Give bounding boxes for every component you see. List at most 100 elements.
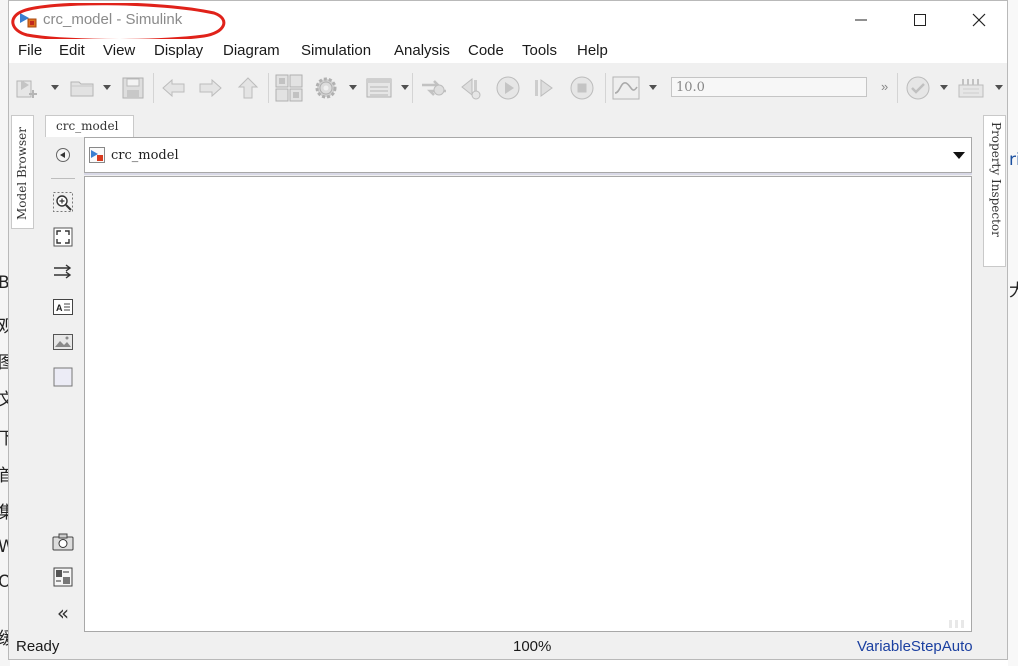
forward-button[interactable] [195, 74, 225, 102]
menu-diagram[interactable]: Diagram [223, 42, 280, 59]
build-dropdown[interactable] [995, 85, 1003, 90]
screenshot-button[interactable] [52, 531, 74, 553]
model-data-button[interactable] [52, 566, 74, 588]
zoom-in-icon [53, 192, 73, 212]
data-inspector-dropdown[interactable] [649, 85, 657, 90]
menu-help[interactable]: Help [577, 42, 608, 59]
model-explorer-button[interactable] [364, 74, 394, 102]
model-tab-label: crc_model [56, 119, 119, 133]
area-button[interactable] [52, 366, 74, 388]
step-forward-button[interactable] [529, 74, 559, 102]
build-icon [958, 79, 984, 98]
property-inspector-tab[interactable]: Property Inspector [983, 115, 1006, 267]
status-bar: Ready 100% VariableStepAuto [9, 635, 1007, 659]
save-button[interactable] [118, 74, 148, 102]
background-text: 大 [1009, 281, 1018, 301]
model-advisor-dropdown[interactable] [940, 85, 948, 90]
collapse-arrow-icon [56, 148, 70, 162]
model-address-bar[interactable]: crc_model [84, 137, 972, 173]
stop-button[interactable] [567, 74, 597, 102]
model-explorer-icon [366, 78, 392, 98]
maximize-icon [914, 14, 926, 26]
close-button[interactable] [950, 1, 1008, 39]
menu-tools[interactable]: Tools [522, 42, 557, 59]
close-icon [972, 13, 986, 27]
svg-text:A: A [56, 303, 63, 313]
menu-view[interactable]: View [103, 42, 135, 59]
stop-icon [570, 76, 594, 100]
open-button[interactable] [67, 74, 97, 102]
solver-link[interactable]: VariableStepAuto [857, 638, 973, 655]
route-lines-button[interactable] [52, 261, 74, 283]
toolbar-separator [268, 73, 269, 103]
play-icon [496, 76, 520, 100]
annotation-button[interactable]: A [52, 296, 74, 318]
back-button[interactable] [159, 74, 189, 102]
block-palette: A « [45, 137, 83, 632]
menu-code[interactable]: Code [468, 42, 504, 59]
signal-plot-icon [612, 76, 640, 100]
arrow-left-icon [162, 78, 185, 98]
arrows-right-icon [54, 264, 72, 279]
maximize-button[interactable] [891, 1, 949, 39]
background-text: ri [1009, 150, 1018, 170]
model-settings-dropdown[interactable] [349, 85, 357, 90]
toolbar-overflow-button[interactable]: » [881, 79, 888, 94]
minimize-button[interactable] [832, 1, 890, 39]
up-button[interactable] [233, 74, 263, 102]
step-back-button[interactable] [456, 74, 486, 102]
fit-view-icon [53, 227, 73, 247]
image-button[interactable] [52, 331, 74, 353]
step-back-icon [461, 77, 481, 100]
toolbar-separator [605, 73, 606, 103]
model-explorer-dropdown[interactable] [401, 85, 409, 90]
model-settings-button[interactable] [311, 74, 341, 102]
collapse-palette-button[interactable]: « [52, 601, 74, 625]
menu-analysis[interactable]: Analysis [394, 42, 450, 59]
new-model-dropdown[interactable] [51, 85, 59, 90]
address-bar-underline [84, 173, 972, 175]
property-inspector-label: Property Inspector [989, 122, 1003, 237]
simulink-window: crc_model - Simulink File Edit View Disp… [8, 0, 1008, 660]
run-button[interactable] [493, 74, 523, 102]
model-data-icon [53, 567, 73, 587]
build-button[interactable] [955, 74, 987, 102]
hide-model-browser-button[interactable] [52, 144, 74, 166]
palette-divider [51, 178, 75, 179]
window-title: crc_model - Simulink [43, 11, 183, 28]
simulink-model-icon [89, 147, 105, 163]
stop-time-input[interactable]: 10.0 [671, 77, 867, 97]
step-back-config-button[interactable] [418, 74, 450, 102]
menu-display[interactable]: Display [154, 42, 203, 59]
new-model-button[interactable] [13, 74, 43, 102]
toolbar-separator [153, 73, 154, 103]
model-advisor-button[interactable] [903, 74, 933, 102]
image-icon [53, 334, 73, 350]
folder-icon [70, 81, 94, 97]
camera-icon [52, 533, 74, 551]
toolbar-separator [412, 73, 413, 103]
model-browser-tab[interactable]: Model Browser [11, 115, 34, 229]
model-canvas[interactable] [84, 176, 972, 632]
address-dropdown-arrow[interactable] [953, 152, 965, 159]
data-inspector-button[interactable] [611, 74, 641, 102]
fit-to-view-button[interactable] [52, 226, 74, 248]
step-forward-icon [535, 79, 553, 97]
zoom-button[interactable] [52, 191, 74, 213]
menu-edit[interactable]: Edit [59, 42, 85, 59]
menu-simulation[interactable]: Simulation [301, 42, 371, 59]
library-browser-button[interactable] [273, 74, 305, 102]
save-icon [122, 77, 144, 99]
checkmark-icon [906, 76, 930, 100]
new-model-icon [16, 80, 37, 98]
open-dropdown[interactable] [103, 85, 111, 90]
simulink-model-icon [20, 13, 37, 28]
menu-bar: File Edit View Display Diagram Simulatio… [9, 39, 1007, 63]
status-text: Ready [16, 638, 60, 655]
model-path: crc_model [111, 148, 179, 163]
title-bar: crc_model - Simulink [9, 1, 1008, 42]
area-box-icon [53, 367, 73, 387]
menu-file[interactable]: File [18, 42, 42, 59]
text-annotation-icon: A [53, 299, 73, 315]
model-editor-tab[interactable]: crc_model [45, 115, 134, 137]
